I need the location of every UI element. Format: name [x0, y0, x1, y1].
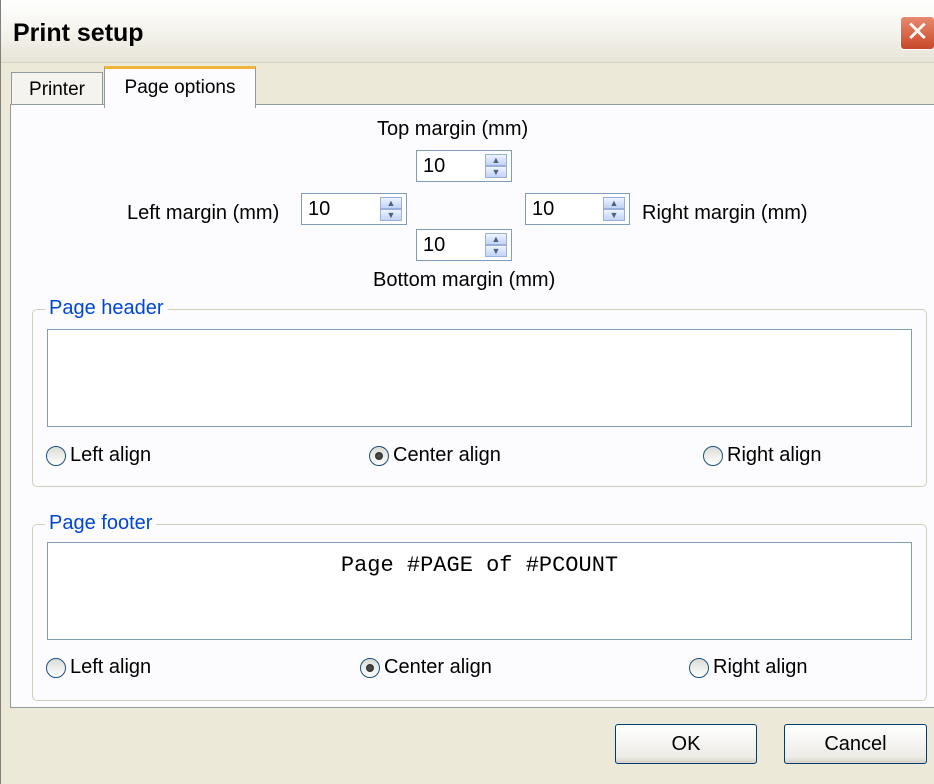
header-left-align-radio[interactable]: Left align: [46, 444, 151, 470]
radio-on-icon: [360, 657, 380, 678]
left-margin-value[interactable]: 10: [308, 198, 330, 221]
radio-off-icon: [46, 445, 66, 466]
footer-right-align-radio[interactable]: Right align: [689, 656, 808, 682]
spin-down-icon[interactable]: ▼: [603, 209, 625, 221]
top-margin-value[interactable]: 10: [423, 155, 445, 178]
dialog-title: Print setup: [13, 19, 144, 47]
title-bar: Print setup ✕: [1, 0, 934, 63]
spin-down-icon[interactable]: ▼: [485, 245, 507, 257]
radio-off-icon: [46, 657, 66, 678]
top-margin-stepper[interactable]: 10 ▲ ▼: [416, 150, 512, 182]
bottom-margin-stepper[interactable]: 10 ▲ ▼: [416, 229, 512, 261]
footer-left-align-radio[interactable]: Left align: [46, 656, 151, 682]
page-options-panel: Top margin (mm) 10 ▲ ▼ Left margin (mm) …: [10, 104, 934, 708]
page-footer-input[interactable]: Page #PAGE of #PCOUNT: [47, 542, 912, 640]
radio-off-icon: [689, 657, 709, 678]
spin-down-icon[interactable]: ▼: [485, 166, 507, 178]
right-margin-stepper[interactable]: 10 ▲ ▼: [525, 193, 630, 225]
spin-up-icon[interactable]: ▲: [603, 197, 625, 209]
page-header-input[interactable]: [47, 329, 912, 427]
right-margin-value[interactable]: 10: [532, 198, 554, 221]
page-header-group: Page header Left align Center align Righ…: [32, 297, 927, 487]
page-footer-group: Page footer Page #PAGE of #PCOUNT Left a…: [32, 512, 927, 701]
footer-center-align-label: Center align: [384, 656, 492, 679]
spin-up-icon[interactable]: ▲: [485, 154, 507, 166]
page-footer-legend: Page footer: [45, 512, 157, 535]
header-left-align-label: Left align: [70, 444, 152, 467]
footer-right-align-label: Right align: [713, 656, 808, 679]
tab-page-options[interactable]: Page options: [104, 66, 256, 108]
header-right-align-label: Right align: [727, 444, 822, 467]
left-margin-stepper[interactable]: 10 ▲ ▼: [301, 193, 407, 225]
radio-off-icon: [703, 445, 723, 466]
header-right-align-radio[interactable]: Right align: [703, 444, 822, 470]
spin-up-icon[interactable]: ▲: [485, 233, 507, 245]
right-margin-label: Right margin (mm): [642, 202, 808, 224]
print-setup-dialog: Print setup ✕ Printer Page options Top m…: [0, 0, 934, 784]
spin-down-icon[interactable]: ▼: [380, 209, 402, 221]
bottom-margin-value[interactable]: 10: [423, 234, 445, 257]
spin-up-icon[interactable]: ▲: [380, 197, 402, 209]
left-margin-label: Left margin (mm): [127, 202, 280, 224]
close-button[interactable]: ✕: [900, 16, 934, 50]
radio-on-icon: [369, 445, 389, 466]
page-footer-text: Page #PAGE of #PCOUNT: [340, 553, 619, 578]
cancel-button[interactable]: Cancel: [784, 724, 927, 764]
footer-left-align-label: Left align: [70, 656, 152, 679]
top-margin-label: Top margin (mm): [377, 118, 529, 140]
header-center-align-radio[interactable]: Center align: [369, 444, 501, 470]
header-center-align-label: Center align: [393, 444, 501, 467]
footer-center-align-radio[interactable]: Center align: [360, 656, 492, 682]
tab-printer[interactable]: Printer: [11, 72, 103, 106]
ok-button[interactable]: OK: [615, 724, 757, 764]
page-header-legend: Page header: [45, 297, 168, 320]
close-icon: ✕: [905, 16, 930, 47]
bottom-margin-label: Bottom margin (mm): [373, 269, 556, 291]
